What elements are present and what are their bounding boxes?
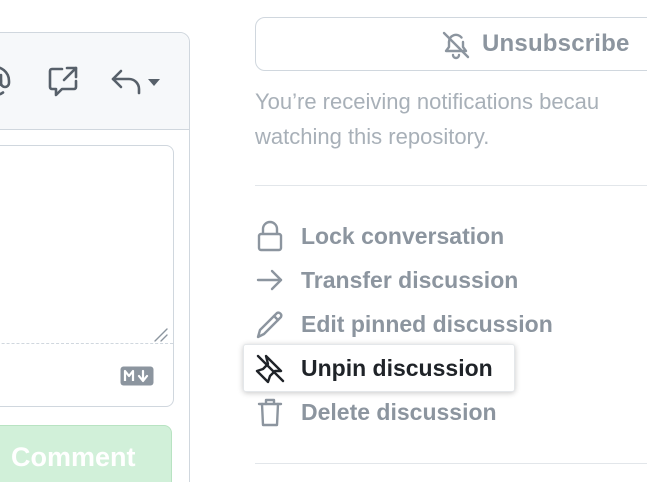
comment-textarea[interactable] — [0, 146, 173, 344]
pencil-icon — [255, 308, 285, 340]
unpin-discussion-action[interactable]: Unpin discussion — [243, 344, 515, 392]
comment-body — [0, 145, 174, 407]
cross-reference-icon[interactable] — [45, 63, 81, 99]
chevron-down-icon[interactable] — [147, 77, 161, 87]
notification-reason-text: You’re receiving notifications becau wat… — [255, 84, 647, 158]
reply-icon[interactable] — [109, 63, 143, 99]
editor-toolbar — [0, 33, 189, 130]
delete-discussion-label: Delete discussion — [301, 399, 497, 425]
pin-slash-icon — [255, 352, 285, 384]
unsubscribe-button[interactable]: Unsubscribe — [255, 17, 647, 71]
markdown-icon — [120, 366, 154, 386]
transfer-discussion-label: Transfer discussion — [301, 267, 519, 293]
mention-icon[interactable] — [0, 63, 13, 99]
divider — [255, 185, 647, 186]
divider — [255, 463, 647, 464]
arrow-right-icon — [255, 264, 285, 296]
resize-handle-icon[interactable] — [152, 326, 168, 342]
comment-button[interactable]: Comment — [0, 425, 172, 482]
notification-line-1: You’re receiving notifications becau — [255, 89, 600, 114]
comment-editor: Comment — [0, 32, 190, 482]
unpin-discussion-label: Unpin discussion — [301, 355, 493, 381]
lock-icon — [255, 220, 285, 252]
bell-slash-icon — [440, 29, 472, 61]
lock-conversation-label: Lock conversation — [301, 223, 505, 249]
notification-line-2: watching this repository. — [255, 124, 490, 149]
discussion-page: Comment Unsubscribe You’re receiving not… — [0, 0, 647, 482]
edit-pinned-discussion-label: Edit pinned discussion — [301, 311, 553, 337]
unsubscribe-label: Unsubscribe — [482, 30, 630, 57]
trash-icon — [255, 396, 285, 428]
